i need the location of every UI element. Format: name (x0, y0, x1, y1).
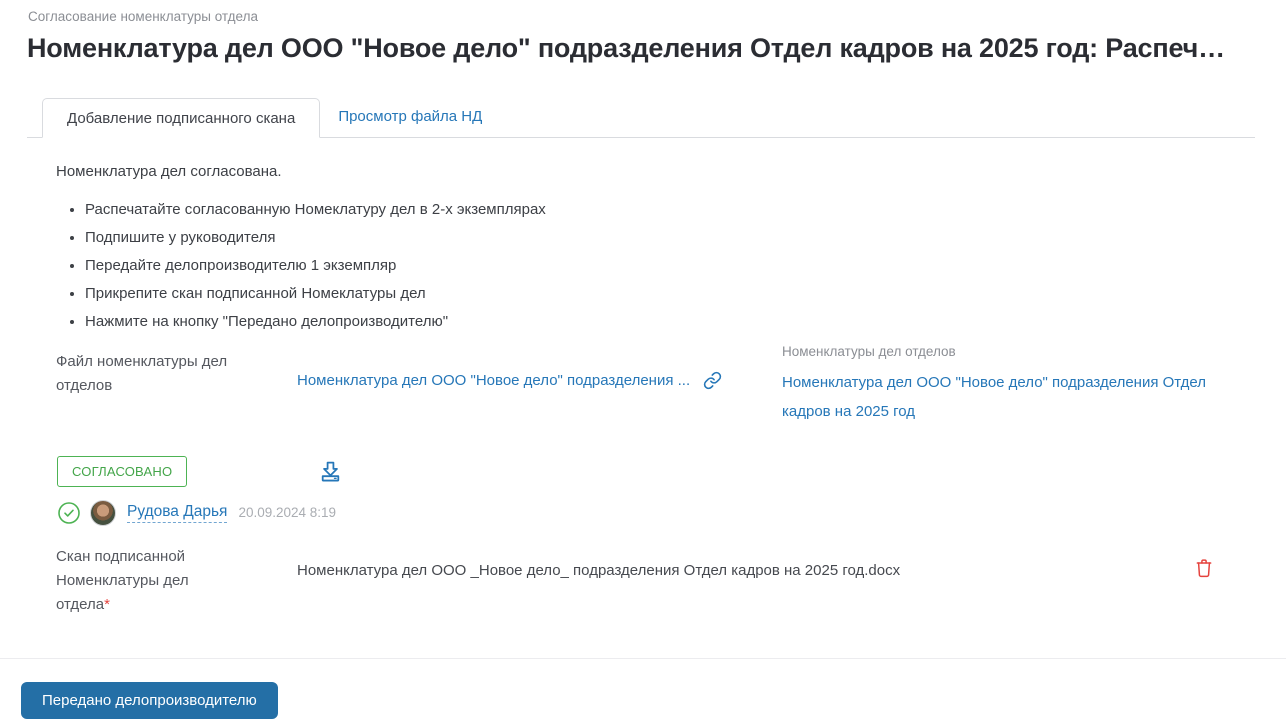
list-item: Прикрепите скан подписанной Номеклатуры … (85, 284, 1286, 304)
page-title: Номенклатура дел ООО "Новое дело" подраз… (27, 33, 1225, 63)
submit-button[interactable]: Передано делопроизводителю (21, 682, 278, 719)
instruction-list: Распечатайте согласованную Номеклатуру д… (56, 200, 1286, 332)
list-item: Распечатайте согласованную Номеклатуру д… (85, 200, 1286, 220)
task-page: Согласование номенклатуры отдела Номенкл… (0, 0, 1286, 727)
required-asterisk: * (104, 596, 110, 613)
scan-field-row: Скан подписанной Номенклатуры дел отдела… (56, 545, 1286, 617)
status-row: СОГЛАСОВАНО (57, 456, 1286, 487)
task-content: Номенклатура дел согласована. Распечатай… (56, 163, 1286, 617)
check-circle-icon (57, 501, 81, 525)
list-item: Передайте делопроизводителю 1 экземпляр (85, 256, 1286, 276)
file-field-value: Номенклатура дел ООО "Новое дело" подраз… (297, 350, 782, 390)
avatar[interactable] (90, 499, 116, 526)
chain-link-icon[interactable] (703, 371, 722, 390)
file-field-label: Файл номенклатуры дел отделов (56, 353, 228, 394)
scan-field-label-text: Скан подписанной Номенклатуры дел отдела (56, 548, 189, 613)
file-field-row: Файл номенклатуры дел отделов Номенклату… (56, 344, 1286, 426)
approval-row: Рудова Дарья 20.09.2024 8:19 (57, 499, 1286, 526)
tab-view-nd-file[interactable]: Просмотр файла НД (320, 97, 500, 137)
tab-bar: Добавление подписанного скана Просмотр ф… (27, 97, 1255, 138)
status-badge: СОГЛАСОВАНО (57, 456, 188, 487)
nd-file-link[interactable]: Номенклатура дел ООО "Новое дело" подраз… (297, 372, 690, 389)
footer-divider (0, 658, 1286, 659)
list-item: Подпишите у руководителя (85, 228, 1286, 248)
approval-timestamp: 20.09.2024 8:19 (238, 505, 337, 520)
related-caption: Номенклатуры дел отделов (782, 344, 956, 359)
scan-field-label: Скан подписанной Номенклатуры дел отдела… (56, 545, 231, 617)
approver-name-link[interactable]: Рудова Дарья (127, 503, 228, 523)
intro-text: Номенклатура дел согласована. (56, 163, 282, 180)
trash-icon[interactable] (1194, 545, 1214, 579)
tab-add-signed-scan[interactable]: Добавление подписанного скана (42, 98, 321, 138)
related-record-link[interactable]: Номенклатура дел ООО "Новое дело" подраз… (782, 368, 1227, 426)
list-item: Нажмите на кнопку "Передано делопроизвод… (85, 312, 1286, 332)
scan-file-name[interactable]: Номенклатура дел ООО _Новое дело_ подраз… (297, 545, 900, 581)
stamp-icon[interactable] (318, 459, 343, 484)
breadcrumb: Согласование номенклатуры отдела (28, 9, 258, 24)
related-record: Номенклатуры дел отделов Номенклатура де… (782, 343, 1227, 426)
